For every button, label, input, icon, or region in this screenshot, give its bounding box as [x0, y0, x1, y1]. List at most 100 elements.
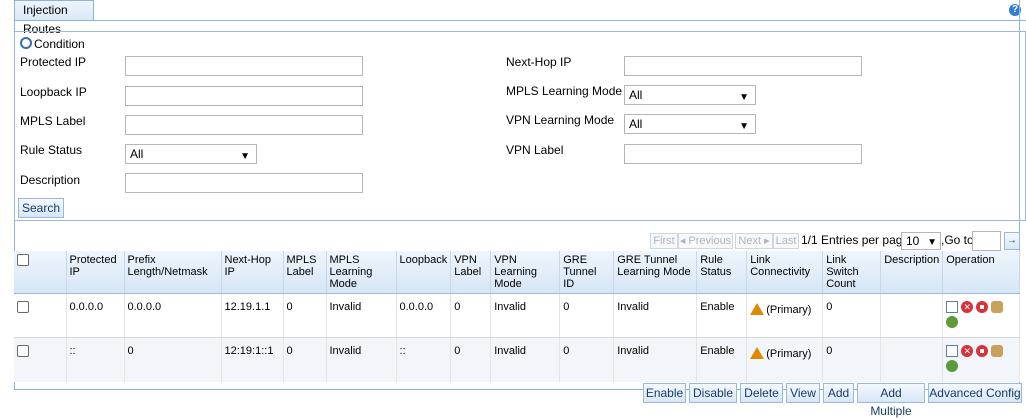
- disable-button[interactable]: Disable: [689, 383, 737, 403]
- cell-loopback: 0.0.0.0: [396, 293, 452, 338]
- advanced-config-button[interactable]: Advanced Config: [928, 383, 1022, 403]
- delete-icon[interactable]: ✕: [961, 345, 974, 357]
- cell-gre-id: 0: [559, 293, 615, 338]
- col-operation: Operation: [942, 251, 1020, 294]
- cell-rule-status: Enable: [696, 337, 748, 382]
- description-input[interactable]: [125, 173, 363, 193]
- row-checkbox[interactable]: [17, 345, 29, 357]
- vpn-learning-mode-select[interactable]: All ▼: [624, 114, 756, 134]
- cell-mpls-mode: Invalid: [326, 293, 397, 338]
- condition-title: Condition: [20, 36, 85, 51]
- cell-description: [880, 337, 944, 382]
- col-link-switch[interactable]: Link Switch Count: [822, 251, 882, 294]
- enable-button[interactable]: Enable: [643, 383, 686, 403]
- cell-link-conn: (Primary): [746, 293, 824, 338]
- chevron-down-icon: ▼: [739, 92, 749, 103]
- cell-next-hop: 12.19.1.1: [221, 293, 284, 338]
- chevron-down-icon: ▼: [739, 121, 749, 132]
- pager-next[interactable]: Next ▸: [735, 233, 773, 249]
- search-button[interactable]: Search: [18, 198, 64, 218]
- col-mpls-label[interactable]: MPLS Label: [283, 251, 327, 294]
- cell-description: [880, 293, 944, 338]
- pager-first[interactable]: First: [650, 233, 678, 249]
- row-checkbox[interactable]: [17, 301, 29, 313]
- edit-icon[interactable]: [946, 301, 959, 313]
- user-icon[interactable]: [991, 301, 1004, 313]
- cell-prefix: 0.0.0.0: [124, 293, 222, 338]
- mpls-learning-mode-select[interactable]: All ▼: [624, 85, 756, 105]
- detail-search-icon[interactable]: [946, 360, 959, 372]
- add-button[interactable]: Add: [823, 383, 854, 403]
- delete-button[interactable]: Delete: [740, 383, 783, 403]
- delete-icon[interactable]: ✕: [961, 301, 974, 313]
- cell-vpn-label: 0: [450, 337, 492, 382]
- cell-operation: ✕: [942, 337, 1020, 382]
- col-gre-mode[interactable]: GRE Tunnel Learning Mode: [613, 251, 698, 294]
- loopback-ip-input[interactable]: [125, 86, 363, 106]
- edit-icon[interactable]: [946, 345, 959, 357]
- col-loopback[interactable]: Loopback: [396, 251, 452, 294]
- goto-label: ,Go to: [941, 233, 974, 247]
- col-link-conn[interactable]: Link Connectivity: [746, 251, 824, 294]
- disable-icon[interactable]: [976, 345, 989, 357]
- user-icon[interactable]: [991, 345, 1004, 357]
- view-button[interactable]: View: [786, 383, 820, 403]
- goto-input[interactable]: [972, 231, 1001, 251]
- search-icon: [20, 37, 32, 49]
- next-hop-ip-input[interactable]: [624, 56, 862, 76]
- col-mpls-mode[interactable]: MPLS Learning Mode: [326, 251, 397, 294]
- mpls-label-label: MPLS Label: [20, 114, 86, 128]
- protected-ip-input[interactable]: [125, 56, 363, 76]
- vpn-label-label: VPN Label: [506, 143, 564, 157]
- warning-icon: [750, 347, 765, 359]
- go-button[interactable]: →: [1004, 232, 1020, 250]
- select-all-checkbox[interactable]: [17, 254, 29, 266]
- cell-next-hop: 12:19:1::1: [221, 337, 284, 382]
- mpls-label-input[interactable]: [125, 115, 363, 135]
- cell-link-conn: (Primary): [746, 337, 824, 382]
- routes-table: Protected IP Prefix Length/Netmask Next-…: [14, 251, 1020, 382]
- cell-prefix: 0: [124, 337, 222, 382]
- col-rule-status[interactable]: Rule Status: [696, 251, 748, 294]
- cell-link-switch: 0: [822, 337, 882, 382]
- chevron-down-icon: ▼: [240, 151, 250, 162]
- col-prefix[interactable]: Prefix Length/Netmask: [124, 251, 222, 294]
- table-row: :: 0 12:19:1::1 0 Invalid :: 0 Invalid 0…: [14, 337, 1020, 382]
- col-gre-id[interactable]: GRE Tunnel ID: [559, 251, 615, 294]
- cell-link-switch: 0: [822, 293, 882, 338]
- next-hop-ip-label: Next-Hop IP: [506, 55, 572, 69]
- add-multiple-button[interactable]: Add Multiple: [857, 383, 925, 418]
- vpn-learning-mode-label: VPN Learning Mode: [506, 113, 615, 127]
- select-all-checkbox-cell: [14, 251, 67, 294]
- rule-status-select[interactable]: All ▼: [125, 144, 257, 164]
- description-label: Description: [20, 173, 81, 187]
- page-info: 1/1 Entries per page: [801, 233, 910, 247]
- cell-mpls-mode: Invalid: [326, 337, 397, 382]
- col-protected-ip[interactable]: Protected IP: [66, 251, 125, 294]
- cell-protected-ip: 0.0.0.0: [66, 293, 125, 338]
- cell-gre-mode: Invalid: [613, 293, 698, 338]
- vpn-label-input[interactable]: [624, 144, 862, 164]
- col-description[interactable]: Description: [880, 251, 944, 294]
- cell-rule-status: Enable: [696, 293, 748, 338]
- pager-last[interactable]: Last: [773, 233, 799, 249]
- detail-search-icon[interactable]: [946, 316, 959, 328]
- col-vpn-label[interactable]: VPN Label: [450, 251, 492, 294]
- loopback-ip-label: Loopback IP: [20, 85, 87, 99]
- cell-vpn-mode: Invalid: [490, 293, 561, 338]
- pager-previous[interactable]: ◂ Previous: [678, 233, 733, 249]
- col-vpn-mode[interactable]: VPN Learning Mode: [490, 251, 561, 294]
- col-next-hop[interactable]: Next-Hop IP: [221, 251, 284, 294]
- disable-icon[interactable]: [976, 301, 989, 313]
- cell-loopback: ::: [396, 337, 452, 382]
- cell-gre-mode: Invalid: [613, 337, 698, 382]
- warning-icon: [750, 303, 765, 315]
- cell-protected-ip: ::: [66, 337, 125, 382]
- cell-operation: ✕: [942, 293, 1020, 338]
- cell-mpls-label: 0: [283, 293, 327, 338]
- cell-vpn-label: 0: [450, 293, 492, 338]
- cell-mpls-label: 0: [283, 337, 327, 382]
- entries-per-page-select[interactable]: 10 ▼: [901, 232, 941, 250]
- protected-ip-label: Protected IP: [20, 55, 87, 69]
- table-header-row: Protected IP Prefix Length/Netmask Next-…: [14, 251, 1020, 294]
